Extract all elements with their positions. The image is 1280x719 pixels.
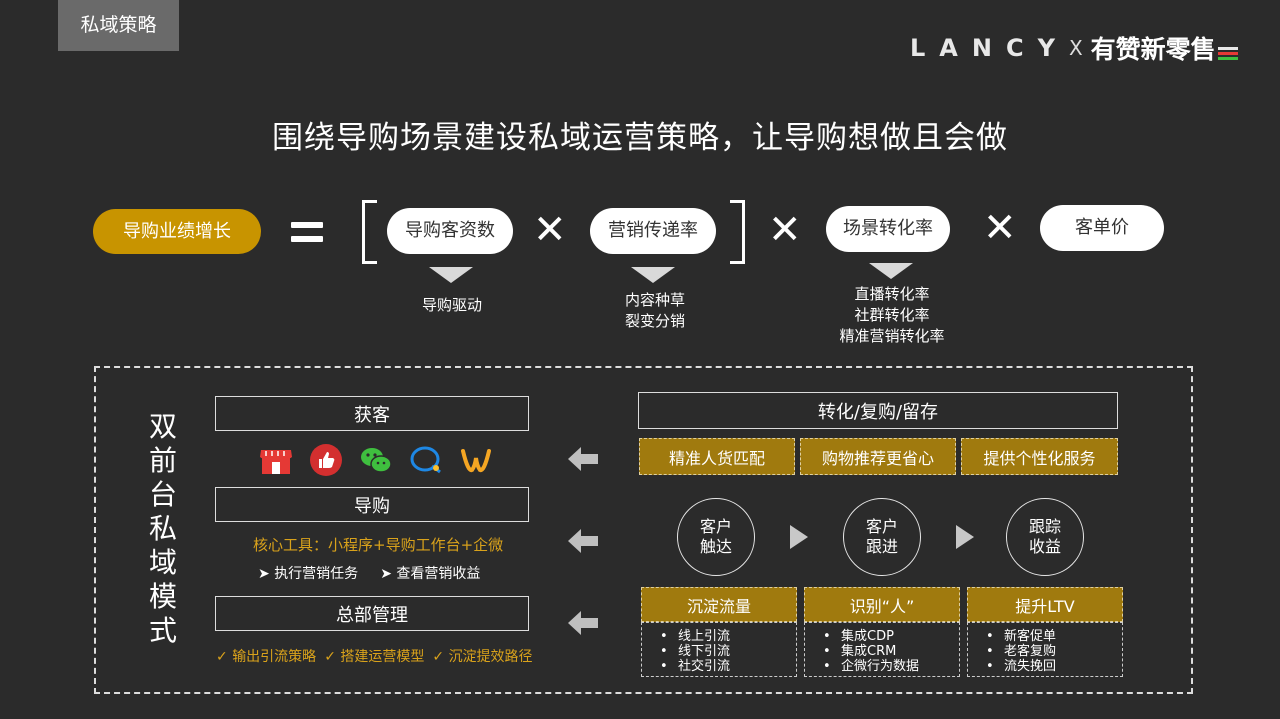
times-icon: ✕ bbox=[533, 207, 567, 253]
times-icon: ✕ bbox=[768, 207, 802, 253]
guide-box: 导购 bbox=[215, 487, 529, 522]
result-pill: 导购业绩增长 bbox=[93, 209, 261, 254]
left-bracket bbox=[362, 200, 377, 264]
check-icon: ✓ bbox=[216, 649, 233, 665]
service-box: 提供个性化服务 bbox=[961, 438, 1118, 475]
times-icon: ✕ bbox=[983, 205, 1017, 251]
pillar-title: 沉淀流量 bbox=[641, 587, 797, 622]
pillar-title: 提升LTV bbox=[967, 587, 1123, 622]
term-customer-count: 导购客资数 bbox=[387, 208, 513, 254]
service-box: 购物推荐更省心 bbox=[800, 438, 956, 475]
down-triangle-icon bbox=[429, 267, 473, 283]
thumbs-up-icon bbox=[310, 444, 342, 476]
acquire-box: 获客 bbox=[215, 396, 529, 431]
down-triangle-icon bbox=[869, 263, 913, 279]
step-circle: 客户 触达 bbox=[677, 498, 755, 576]
term-marketing-rate: 营销传递率 bbox=[590, 208, 716, 254]
pillar-list: 新客促单老客复购流失挽回 bbox=[967, 622, 1123, 677]
vertical-title-text: 双前台私域模式 bbox=[146, 410, 180, 648]
arrow-bullet-icon: ➤ bbox=[258, 566, 275, 582]
sub-list-1: 导购驱动 bbox=[421, 296, 482, 314]
brand-color-bars bbox=[1217, 46, 1238, 60]
guide-actions: ➤ 执行营销任务 ➤ 查看营销收益 bbox=[258, 566, 481, 582]
core-tools: 核心工具：小程序+导购工作台+企微 bbox=[253, 536, 504, 554]
step-circle: 客户 跟进 bbox=[843, 498, 921, 576]
check-icon: ✓ bbox=[432, 649, 449, 665]
check-icon: ✓ bbox=[324, 649, 341, 665]
sub-list-2: 内容种草 裂变分销 bbox=[624, 291, 685, 330]
vertical-title-char: 域 bbox=[148, 546, 177, 579]
sub-list-3: 直播转化率 社群转化率 精准营销转化率 bbox=[839, 285, 945, 345]
pillar-list: 集成CDP集成CRM企微行为数据 bbox=[804, 622, 960, 677]
right-bracket bbox=[730, 200, 745, 264]
pillar-title: 识别“人” bbox=[804, 587, 960, 622]
hq-outputs: ✓ 输出引流策略 ✓ 搭建运营模型 ✓ 沉淀提效路径 bbox=[216, 649, 533, 665]
equals-sign bbox=[291, 222, 323, 250]
wechat-icon bbox=[361, 448, 392, 473]
pillar-list: 线上引流线下引流社交引流 bbox=[641, 622, 797, 677]
left-arrow-icon bbox=[568, 529, 598, 553]
channel-icons bbox=[258, 440, 498, 480]
weidian-icon bbox=[461, 449, 491, 473]
left-arrow-icon bbox=[568, 447, 598, 471]
service-box: 精准人货匹配 bbox=[639, 438, 795, 475]
hq-box: 总部管理 bbox=[215, 596, 529, 631]
vertical-title-char: 模 bbox=[148, 580, 177, 613]
vertical-title-char: 台 bbox=[148, 478, 177, 511]
vertical-title-char: 式 bbox=[148, 614, 177, 647]
vertical-title-char: 前 bbox=[148, 444, 177, 477]
youzan-logo-text: 有赞新零售 bbox=[1090, 35, 1216, 64]
term-conversion-rate: 场景转化率 bbox=[826, 206, 950, 252]
vertical-title-char: 双 bbox=[148, 410, 177, 443]
headline: 围绕导购场景建设私域运营策略，让导购想做且会做 bbox=[272, 120, 1008, 156]
down-triangle-icon bbox=[631, 267, 675, 283]
vertical-title: 双前台私域模式 bbox=[146, 410, 180, 648]
play-arrow-icon bbox=[790, 525, 808, 549]
left-arrow-icon bbox=[568, 611, 598, 635]
arrow-bullet-icon: ➤ bbox=[380, 566, 397, 582]
step-circle: 跟踪 收益 bbox=[1006, 498, 1084, 576]
vertical-title-char: 私 bbox=[148, 512, 177, 545]
retention-title-box: 转化/复购/留存 bbox=[638, 392, 1118, 429]
lancy-logo-text: LANCY bbox=[910, 34, 1069, 62]
term-order-value: 客单价 bbox=[1040, 205, 1164, 251]
store-icon bbox=[260, 450, 292, 474]
brand-separator: X bbox=[1068, 36, 1083, 60]
play-arrow-icon bbox=[956, 525, 974, 549]
chat-bubble-icon bbox=[410, 446, 441, 474]
brand-logo: LANCY X 有赞新零售 bbox=[910, 30, 1238, 66]
section-tag: 私域策略 bbox=[58, 0, 179, 51]
